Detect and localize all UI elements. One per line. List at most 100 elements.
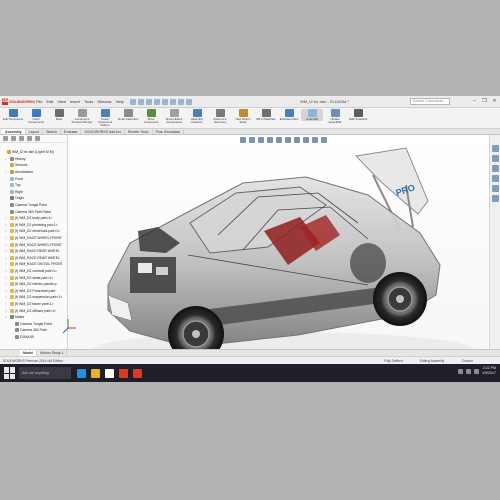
expand-arrow-icon[interactable]: >	[5, 262, 8, 266]
tree-item[interactable]: Origin	[0, 195, 67, 202]
command-exploded-view-button[interactable]: Exploded View	[278, 109, 300, 121]
taskbar-app-icon[interactable]	[105, 368, 114, 378]
network-icon[interactable]	[466, 368, 471, 374]
expand-arrow-icon[interactable]: >	[5, 157, 8, 161]
expand-arrow-icon[interactable]: >	[5, 170, 8, 174]
edit-appearance-icon[interactable]	[303, 137, 309, 143]
display-manager-tab-icon[interactable]	[35, 136, 40, 141]
car-model-view[interactable]: PRO	[68, 135, 488, 367]
tree-item[interactable]: Right	[0, 189, 67, 196]
view-settings-icon[interactable]	[321, 137, 327, 143]
tree-item[interactable]: > (f) WM_D2 frame part<1>	[0, 301, 67, 308]
menu-file[interactable]: File	[36, 99, 42, 104]
volume-icon[interactable]	[474, 368, 479, 374]
hide-show-items-icon[interactable]	[294, 137, 300, 143]
tree-item[interactable]: > (f) WM_D2 suspension part<1>	[0, 294, 67, 301]
tree-item[interactable]: v Mates	[0, 314, 67, 321]
dimxpert-tab-icon[interactable]	[27, 136, 32, 141]
command-reference-geometry-button[interactable]: Reference Geometry	[209, 109, 231, 124]
tab-evaluate[interactable]: Evaluate	[61, 129, 82, 134]
zoom-area-icon[interactable]	[249, 137, 255, 143]
display-style-icon[interactable]	[285, 137, 291, 143]
tree-item[interactable]: > Annotations	[0, 169, 67, 176]
tray-overflow-icon[interactable]	[458, 368, 463, 374]
tab-assembly[interactable]: Assembly	[2, 129, 26, 134]
tab-sketch[interactable]: Sketch	[43, 129, 61, 134]
command-mate-button[interactable]: Mate	[48, 109, 70, 121]
menu-insert[interactable]: Insert	[70, 99, 80, 104]
windows-start-icon[interactable]	[4, 367, 16, 379]
tree-item[interactable]: Front	[0, 175, 67, 182]
tree-item[interactable]: > (f) WM_RACE REAR WHEEL	[0, 255, 67, 262]
expand-arrow-icon[interactable]: >	[5, 229, 8, 233]
command-snapshot-button[interactable]: Take Snapshot	[347, 109, 369, 121]
new-document-icon[interactable]	[129, 98, 136, 105]
command-instant3d-button[interactable]: Instant3D	[301, 109, 323, 121]
previous-view-icon[interactable]	[258, 137, 264, 143]
expand-arrow-icon[interactable]: >	[5, 309, 8, 313]
taskbar-app-icon[interactable]	[119, 368, 128, 378]
taskbar-app-icon[interactable]	[91, 368, 100, 378]
print-icon[interactable]	[153, 98, 160, 105]
search-commands-input[interactable]: Search Commands	[410, 98, 450, 105]
solidworks-resources-icon[interactable]	[491, 145, 499, 152]
expand-arrow-icon[interactable]: >	[5, 216, 8, 220]
expand-arrow-icon[interactable]: >	[5, 236, 8, 240]
tree-item[interactable]: > (f) WM_RACE ON EGL FRONT	[0, 261, 67, 268]
tree-item[interactable]: > (f) WM_RACE WHEEL FRONT	[0, 241, 67, 248]
save-icon[interactable]	[145, 98, 152, 105]
rebuild-icon[interactable]	[177, 98, 184, 105]
tree-item[interactable]: > (f) WM_RACE REAR WHEEL	[0, 248, 67, 255]
expand-arrow-icon[interactable]: >	[5, 282, 8, 286]
tree-item[interactable]: > (f) WM_D2 diffuser part<1>	[0, 307, 67, 314]
tree-item[interactable]: Camera Tungst Point	[0, 320, 67, 327]
zoom-to-fit-icon[interactable]	[240, 137, 246, 143]
tree-item[interactable]: > (f) WM_D2 plumbing par<1>	[0, 222, 67, 229]
taskbar-clock[interactable]: 2:22 PM 1/9/2017	[482, 366, 496, 376]
tab-addins[interactable]: SOLIDWORKS Add-Ins	[81, 129, 125, 134]
tree-item[interactable]: > (f) WM_D2 electricals part<1>	[0, 228, 67, 235]
command-move-button[interactable]: Move Component	[140, 109, 162, 124]
command-motion-study-button[interactable]: New Motion Study	[232, 109, 254, 124]
tree-item[interactable]: > (f) WM_D2 Powertrain part	[0, 287, 67, 294]
expand-arrow-icon[interactable]: >	[5, 302, 8, 306]
expand-arrow-icon[interactable]: >	[5, 223, 8, 227]
tree-item[interactable]: Top	[0, 182, 67, 189]
feature-tree-tab-icon[interactable]	[3, 136, 8, 141]
view-orientation-icon[interactable]	[276, 137, 282, 143]
expand-arrow-icon[interactable]: >	[5, 243, 8, 247]
open-icon[interactable]	[137, 98, 144, 105]
design-library-icon[interactable]	[491, 155, 499, 162]
menu-window[interactable]: Window	[97, 99, 111, 104]
taskbar-search-input[interactable]: Ask me anything	[19, 367, 71, 379]
solidworks-logo[interactable]: 3S SOLIDWORKS	[2, 98, 35, 106]
view-palette-icon[interactable]	[491, 175, 499, 182]
tree-item[interactable]: WM_t2 for atm (Light+ATM)	[0, 149, 67, 156]
menu-tools[interactable]: Tools	[84, 99, 93, 104]
command-preview-window-button[interactable]: Component Preview Window	[71, 109, 93, 124]
menu-edit[interactable]: Edit	[46, 99, 53, 104]
status-units[interactable]: Custom	[462, 359, 473, 363]
close-icon[interactable]: ✕	[491, 98, 498, 105]
file-explorer-icon[interactable]	[491, 165, 499, 172]
minimize-icon[interactable]: –	[471, 98, 478, 105]
tree-item[interactable]: > (f) WM_D2 seats part<1>	[0, 274, 67, 281]
expand-arrow-icon[interactable]: >	[5, 295, 8, 299]
tree-item[interactable]: Camera 360 Path Plane	[0, 208, 67, 215]
appearances-icon[interactable]	[491, 185, 499, 192]
tree-item[interactable]: > (f) WM_D2 controls part<1>	[0, 268, 67, 275]
expand-arrow-icon[interactable]: >	[5, 256, 8, 260]
command-pattern-button[interactable]: Linear Component Pattern	[94, 109, 116, 127]
apply-scene-icon[interactable]	[312, 137, 318, 143]
command-speedpak-button[interactable]: Update SpeedPak	[324, 109, 346, 124]
command-insert-components-button[interactable]: Insert Components	[25, 109, 47, 124]
section-view-icon[interactable]	[267, 137, 273, 143]
tree-item[interactable]: > (f) WM_RACE WHEEL FRONT	[0, 235, 67, 242]
taskbar-app-icon[interactable]	[133, 368, 142, 378]
undo-icon[interactable]	[161, 98, 168, 105]
command-edit-component-button[interactable]: Edit Component	[2, 109, 24, 121]
command-bom-button[interactable]: Bill of Materials	[255, 109, 277, 121]
options-icon[interactable]	[185, 98, 192, 105]
rear-wheel[interactable]	[373, 272, 427, 326]
select-icon[interactable]	[169, 98, 176, 105]
